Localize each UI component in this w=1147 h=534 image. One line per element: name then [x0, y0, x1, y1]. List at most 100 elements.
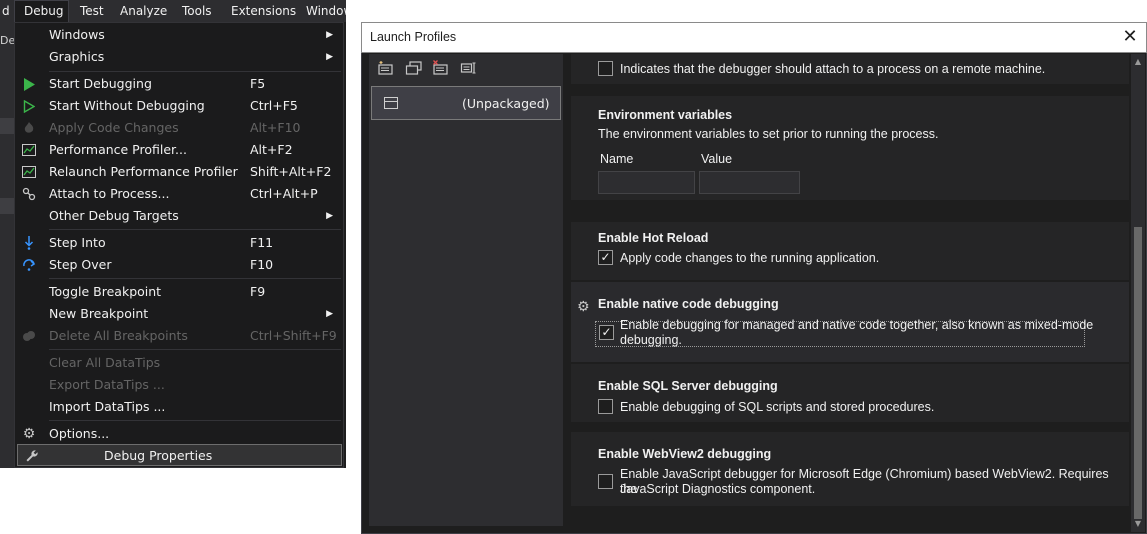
gear-icon[interactable]: ⚙	[577, 299, 590, 315]
webview2-debugging-header: Enable WebView2 debugging	[598, 447, 772, 461]
menu-item-shortcut: F10	[250, 257, 274, 272]
menu-item-shortcut: F9	[250, 284, 266, 299]
new-profile-icon[interactable]	[377, 60, 397, 78]
menu-item-label: Import DataTips ...	[49, 399, 166, 414]
menu-item-import-datatips[interactable]: Import DataTips ...	[15, 396, 343, 418]
menu-item-label: Delete All Breakpoints	[49, 328, 188, 343]
menu-test[interactable]: Test	[74, 0, 110, 22]
menu-item-label: Attach to Process...	[49, 186, 170, 201]
dialog-titlebar: Launch Profiles ✕	[361, 22, 1147, 53]
menu-item-shortcut: F5	[250, 76, 266, 91]
ide-strip-block	[0, 198, 14, 214]
menu-item-debug-properties[interactable]: Debug Properties	[17, 444, 342, 466]
remote-machine-checkbox[interactable]	[598, 61, 613, 76]
remote-machine-label: Indicates that the debugger should attac…	[620, 62, 1046, 76]
menu-item-other-debug-targets[interactable]: Other Debug Targets ▶	[15, 205, 343, 227]
env-vars-header: Environment variables	[598, 108, 733, 122]
dialog-title: Launch Profiles	[370, 30, 457, 44]
scroll-up-icon[interactable]: ▲	[1133, 57, 1143, 66]
menu-separator	[49, 71, 341, 72]
native-debugging-checkbox[interactable]: ✓	[599, 325, 614, 340]
close-icon[interactable]: ✕	[1120, 27, 1140, 47]
menu-item-shortcut: F11	[250, 235, 274, 250]
menu-item-label: New Breakpoint	[49, 306, 149, 321]
scrollbar-thumb[interactable]	[1134, 227, 1142, 519]
menu-item-start-debugging[interactable]: Start Debugging F5	[15, 73, 343, 95]
step-into-icon	[21, 235, 37, 251]
menu-item-label: Start Without Debugging	[49, 98, 205, 113]
ide-left-strip: Del	[0, 22, 18, 468]
menu-item-label: Step Over	[49, 257, 112, 272]
hot-reload-section: Enable Hot Reload ✓ Apply code changes t…	[571, 222, 1129, 280]
profiler-icon	[21, 164, 37, 180]
menu-item-label: Other Debug Targets	[49, 208, 179, 223]
scroll-down-icon[interactable]: ▼	[1133, 519, 1143, 528]
menu-item-label: Graphics	[49, 49, 105, 64]
env-name-field[interactable]	[598, 171, 695, 194]
native-debugging-label-line2: debugging.	[620, 333, 682, 347]
menu-item-new-breakpoint[interactable]: New Breakpoint ▶	[15, 303, 343, 325]
webview2-debugging-checkbox[interactable]	[598, 474, 613, 489]
sql-debugging-section: Enable SQL Server debugging Enable debug…	[571, 364, 1129, 422]
rename-profile-icon[interactable]	[460, 60, 480, 78]
menu-item-step-into[interactable]: Step Into F11	[15, 232, 343, 254]
menu-item-label: Debug Properties	[104, 448, 213, 463]
menu-extensions[interactable]: Extensions	[225, 0, 302, 22]
submenu-arrow-icon: ▶	[326, 30, 333, 40]
menu-item-label: Relaunch Performance Profiler	[49, 164, 238, 179]
menu-item-label: Apply Code Changes	[49, 120, 179, 135]
profiles-pane: (Unpackaged)	[369, 54, 563, 526]
sql-debugging-label: Enable debugging of SQL scripts and stor…	[620, 400, 935, 414]
play-outline-icon	[21, 98, 37, 114]
menu-item-shortcut: Alt+F2	[250, 142, 293, 157]
menu-item-options[interactable]: ⚙ Options...	[15, 423, 343, 445]
env-name-column-header: Name	[600, 152, 634, 166]
menu-tools[interactable]: Tools	[176, 0, 218, 22]
profile-list-item[interactable]: (Unpackaged)	[371, 86, 561, 120]
webview2-debugging-label-line2: JavaScript Diagnostics component.	[620, 482, 816, 496]
ide-strip-block	[0, 118, 14, 134]
attach-icon	[21, 186, 37, 202]
menu-item-performance-profiler[interactable]: Performance Profiler... Alt+F2	[15, 139, 343, 161]
menu-item-start-without-debugging[interactable]: Start Without Debugging Ctrl+F5	[15, 95, 343, 117]
delete-breakpoints-icon	[21, 328, 37, 344]
menu-item-attach-to-process[interactable]: Attach to Process... Ctrl+Alt+P	[15, 183, 343, 205]
menu-item-step-over[interactable]: Step Over F10	[15, 254, 343, 276]
menu-item-label: Toggle Breakpoint	[49, 284, 162, 299]
menu-item-shortcut: Shift+Alt+F2	[250, 164, 332, 179]
menu-item-delete-all-breakpoints[interactable]: Delete All Breakpoints Ctrl+Shift+F9	[15, 325, 343, 347]
menu-bar: d Debug Test Analyze Tools Extensions Wi…	[0, 0, 346, 22]
menu-separator	[49, 278, 341, 279]
menu-debug[interactable]: Debug	[14, 0, 69, 22]
sql-debugging-checkbox[interactable]	[598, 399, 613, 414]
menu-item-shortcut: Ctrl+Alt+P	[250, 186, 318, 201]
menu-item-graphics[interactable]: Graphics ▶	[15, 46, 343, 68]
menu-item-export-datatips[interactable]: Export DataTips ...	[15, 374, 343, 396]
delete-profile-icon[interactable]	[432, 60, 452, 78]
profiles-toolbar	[369, 54, 563, 84]
menu-item-toggle-breakpoint[interactable]: Toggle Breakpoint F9	[15, 281, 343, 303]
menu-item-shortcut: Ctrl+F5	[250, 98, 298, 113]
menu-item-relaunch-performance-profiler[interactable]: Relaunch Performance Profiler Shift+Alt+…	[15, 161, 343, 183]
hot-reload-label: Apply code changes to the running applic…	[620, 251, 880, 265]
menu-item-apply-code-changes[interactable]: Apply Code Changes Alt+F10	[15, 117, 343, 139]
submenu-arrow-icon: ▶	[326, 211, 333, 221]
wrench-icon	[24, 448, 40, 464]
profile-settings-pane: Indicates that the debugger should attac…	[571, 54, 1129, 532]
copy-profile-icon[interactable]	[405, 60, 425, 78]
menu-item-label: Step Into	[49, 235, 106, 250]
play-filled-icon	[21, 76, 37, 92]
menu-separator	[49, 229, 341, 230]
menu-item-shortcut: Ctrl+Shift+F9	[250, 328, 337, 343]
hot-reload-checkbox[interactable]: ✓	[598, 250, 613, 265]
settings-scrollbar[interactable]: ▲ ▼	[1131, 54, 1145, 532]
menu-item-label: Clear All DataTips	[49, 355, 161, 370]
env-vars-description: The environment variables to set prior t…	[598, 127, 939, 141]
menu-item-clear-all-datatips[interactable]: Clear All DataTips	[15, 352, 343, 374]
env-value-column-header: Value	[701, 152, 733, 166]
menu-window[interactable]: Window	[300, 0, 346, 22]
menu-separator	[49, 420, 341, 421]
menu-item-windows[interactable]: Windows ▶	[15, 24, 343, 46]
menu-analyze[interactable]: Analyze	[114, 0, 173, 22]
env-value-field[interactable]	[699, 171, 800, 194]
